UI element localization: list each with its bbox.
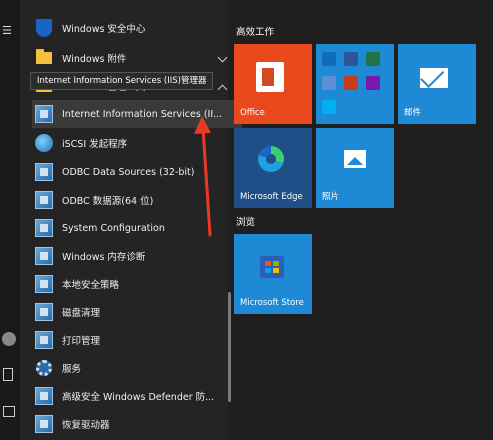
folder-icon: [34, 48, 54, 68]
security-policy-icon: [34, 274, 54, 294]
app-list: Windows 安全中心 Windows 附件 Windows 管理工具 Int…: [20, 0, 242, 440]
app-item-label: 高级安全 Windows Defender 防...: [62, 392, 215, 403]
app-item-label: Internet Information Services (II...: [62, 108, 223, 120]
powerpoint-icon: [344, 76, 358, 90]
pictures-icon[interactable]: [3, 406, 15, 417]
app-list-scrollbar[interactable]: [228, 292, 231, 402]
disk-cleanup-icon: [34, 302, 54, 322]
tile-office-apps-folder[interactable]: [316, 44, 394, 124]
app-item-label: 本地安全策略: [62, 280, 120, 291]
app-item-label: ODBC Data Sources (32-bit): [62, 166, 195, 178]
tile-group-title: 浏览: [236, 217, 256, 228]
app-item-services[interactable]: 服务: [34, 354, 234, 382]
chevron-up-icon: [217, 84, 228, 95]
app-item-memory-diagnostic[interactable]: Windows 内存诊断: [34, 242, 234, 270]
app-item-disk-cleanup[interactable]: 磁盘清理: [34, 298, 234, 326]
user-avatar-icon[interactable]: [2, 332, 16, 346]
app-item-iis-manager[interactable]: Internet Information Services (II...: [32, 100, 242, 128]
tile-label: Microsoft Store: [240, 298, 304, 308]
tile-label: 邮件: [404, 108, 422, 118]
tile-photos[interactable]: 照片: [316, 128, 394, 208]
app-item-local-security-policy[interactable]: 本地安全策略: [34, 270, 234, 298]
iscsi-icon: [34, 133, 54, 153]
outlook-icon: [322, 52, 336, 66]
memory-icon: [34, 246, 54, 266]
app-item-label: System Configuration: [62, 222, 165, 234]
iis-icon: [34, 104, 54, 124]
start-left-rail: ☰: [0, 0, 20, 440]
onedrive-icon: [322, 76, 336, 90]
recovery-icon: [34, 414, 54, 434]
app-item-label: iSCSI 发起程序: [62, 139, 128, 150]
app-item-odbc-64[interactable]: ODBC 数据源(64 位): [34, 186, 234, 214]
app-item-label: 磁盘清理: [62, 308, 101, 319]
print-icon: [34, 330, 54, 350]
app-item-system-configuration[interactable]: System Configuration: [34, 214, 234, 242]
tile-microsoft-edge[interactable]: Microsoft Edge: [234, 128, 312, 208]
documents-icon[interactable]: [3, 368, 13, 381]
app-item-recovery-drive[interactable]: 恢复驱动器: [34, 410, 234, 438]
app-item-odbc-32[interactable]: ODBC Data Sources (32-bit): [34, 158, 234, 186]
store-icon: [260, 256, 284, 278]
config-icon: [34, 218, 54, 238]
tile-label: 照片: [322, 192, 340, 202]
odbc-icon: [34, 190, 54, 210]
app-item-label: 服务: [62, 364, 82, 375]
tile-label: Microsoft Edge: [240, 192, 303, 202]
shield-icon: [34, 18, 54, 38]
tile-microsoft-store[interactable]: Microsoft Store: [234, 234, 312, 314]
app-item-label: 恢复驱动器: [62, 420, 110, 431]
tile-group-title: 高效工作: [236, 27, 275, 38]
app-item-label: 打印管理: [62, 336, 101, 347]
chevron-down-icon: [217, 52, 228, 63]
word-icon: [344, 52, 358, 66]
tooltip: Internet Information Services (IIS)管理器: [30, 72, 214, 90]
app-item-defender-firewall[interactable]: 高级安全 Windows Defender 防...: [34, 382, 234, 410]
office-icon: [256, 62, 284, 92]
tile-label: Office: [240, 108, 265, 118]
app-item-windows-security[interactable]: Windows 安全中心: [34, 14, 234, 42]
tile-mail[interactable]: 邮件: [398, 44, 476, 124]
odbc-icon: [34, 162, 54, 182]
services-gear-icon: [34, 358, 54, 378]
mail-icon: [420, 68, 448, 88]
app-item-label: Windows 内存诊断: [62, 252, 146, 263]
app-item-label: ODBC 数据源(64 位): [62, 196, 154, 207]
skype-icon: [322, 100, 336, 114]
app-item-label: Windows 安全中心: [62, 24, 146, 35]
excel-icon: [366, 52, 380, 66]
app-folder-windows-accessories[interactable]: Windows 附件: [34, 44, 234, 72]
app-item-iscsi[interactable]: iSCSI 发起程序: [34, 129, 234, 157]
hamburger-menu-icon[interactable]: ☰: [2, 24, 12, 37]
app-item-label: Windows 附件: [62, 54, 127, 65]
photos-icon: [344, 150, 366, 168]
onenote-icon: [366, 76, 380, 90]
edge-icon: [258, 146, 284, 172]
firewall-icon: [34, 386, 54, 406]
tile-office[interactable]: Office: [234, 44, 312, 124]
app-item-print-management[interactable]: 打印管理: [34, 326, 234, 354]
